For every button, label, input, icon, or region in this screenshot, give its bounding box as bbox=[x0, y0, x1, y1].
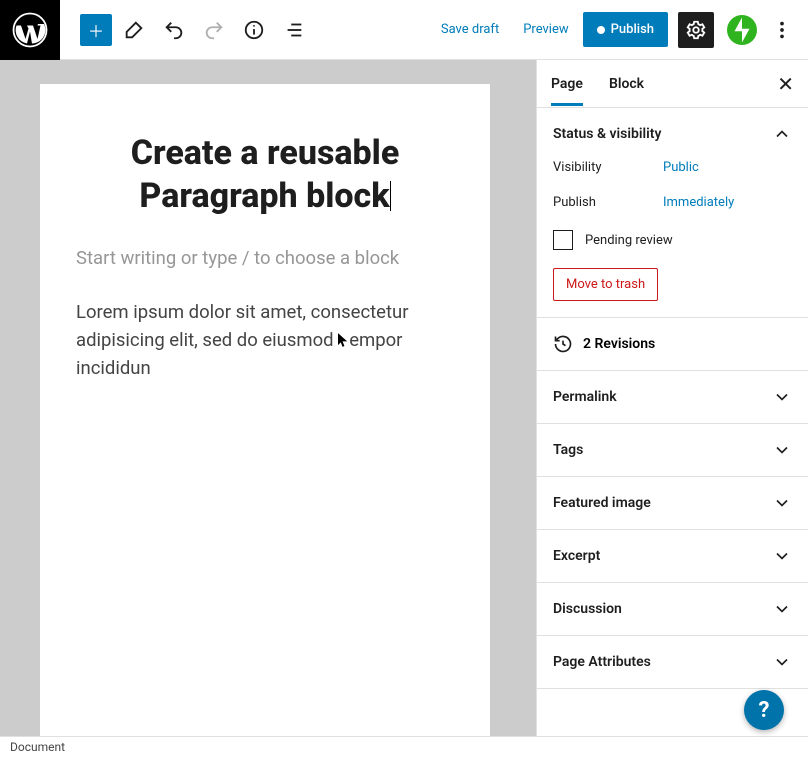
mouse-pointer-icon bbox=[338, 333, 349, 348]
revisions-row[interactable]: 2 Revisions bbox=[537, 318, 808, 371]
preview-button[interactable]: Preview bbox=[513, 16, 578, 43]
settings-sidebar: Page Block ✕ Status & visibility Visibil… bbox=[536, 60, 808, 736]
publish-button-label: Publish bbox=[611, 22, 654, 37]
visibility-label: Visibility bbox=[553, 160, 663, 175]
featured-image-panel-header[interactable]: Featured image bbox=[537, 477, 808, 529]
chevron-up-icon bbox=[772, 124, 792, 144]
sidebar-tabs: Page Block ✕ bbox=[537, 60, 808, 108]
outline-button[interactable] bbox=[276, 12, 312, 48]
breadcrumb-bar: Document bbox=[0, 736, 808, 760]
pending-review-checkbox[interactable] bbox=[553, 230, 573, 250]
page-title[interactable]: Create a reusable Paragraph block bbox=[76, 132, 454, 217]
editor-canvas-wrap: Create a reusable Paragraph block Start … bbox=[0, 60, 536, 736]
publish-button[interactable]: Publish bbox=[583, 12, 668, 47]
visibility-value[interactable]: Public bbox=[663, 160, 699, 175]
chevron-down-icon bbox=[772, 599, 792, 619]
publish-value[interactable]: Immediately bbox=[663, 195, 734, 210]
revisions-count: 2 Revisions bbox=[583, 336, 655, 352]
add-block-button[interactable]: ＋ bbox=[80, 14, 112, 46]
wordpress-logo[interactable] bbox=[0, 0, 60, 60]
tab-page[interactable]: Page bbox=[551, 62, 583, 106]
publish-label: Publish bbox=[553, 195, 663, 210]
breadcrumb[interactable]: Document bbox=[10, 740, 65, 754]
text-cursor-icon bbox=[390, 181, 391, 211]
tools-button[interactable] bbox=[116, 12, 152, 48]
chevron-down-icon bbox=[772, 387, 792, 407]
discussion-panel-header[interactable]: Discussion bbox=[537, 583, 808, 635]
save-draft-button[interactable]: Save draft bbox=[431, 16, 509, 43]
pending-review-row: Pending review bbox=[553, 230, 792, 250]
top-toolbar: ＋ Save draft Preview Publish bbox=[0, 0, 808, 60]
more-menu-button[interactable] bbox=[764, 12, 800, 48]
jetpack-button[interactable] bbox=[724, 12, 760, 48]
page-attributes-panel-header[interactable]: Page Attributes bbox=[537, 636, 808, 688]
publish-row: Publish Immediately bbox=[553, 195, 792, 210]
settings-button[interactable] bbox=[678, 12, 714, 48]
block-placeholder[interactable]: Start writing or type / to choose a bloc… bbox=[76, 247, 454, 269]
info-button[interactable] bbox=[236, 12, 272, 48]
close-sidebar-button[interactable]: ✕ bbox=[777, 72, 794, 96]
help-button[interactable]: ? bbox=[744, 690, 784, 730]
redo-button[interactable] bbox=[196, 12, 232, 48]
move-to-trash-button[interactable]: Move to trash bbox=[553, 268, 658, 301]
excerpt-panel-header[interactable]: Excerpt bbox=[537, 530, 808, 582]
chevron-down-icon bbox=[772, 546, 792, 566]
tags-panel-header[interactable]: Tags bbox=[537, 424, 808, 476]
status-visibility-panel: Status & visibility Visibility Public Pu… bbox=[537, 108, 808, 318]
permalink-panel-header[interactable]: Permalink bbox=[537, 371, 808, 423]
status-visibility-header[interactable]: Status & visibility bbox=[537, 108, 808, 160]
pending-review-label: Pending review bbox=[585, 233, 673, 248]
editor-canvas[interactable]: Create a reusable Paragraph block Start … bbox=[40, 84, 490, 736]
chevron-down-icon bbox=[772, 493, 792, 513]
tab-block[interactable]: Block bbox=[609, 62, 644, 106]
publish-status-dot-icon bbox=[597, 26, 605, 34]
history-icon bbox=[553, 334, 573, 354]
panel-title: Status & visibility bbox=[553, 126, 661, 142]
paragraph-block[interactable]: Lorem ipsum dolor sit amet, consectetur … bbox=[76, 299, 454, 382]
undo-button[interactable] bbox=[156, 12, 192, 48]
visibility-row: Visibility Public bbox=[553, 160, 792, 175]
chevron-down-icon bbox=[772, 440, 792, 460]
chevron-down-icon bbox=[772, 652, 792, 672]
